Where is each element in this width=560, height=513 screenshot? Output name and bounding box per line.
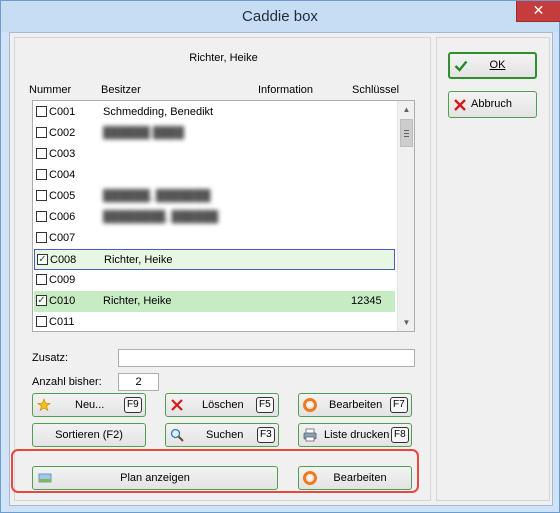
col-header-schluessel[interactable]: Schlüssel bbox=[352, 84, 399, 96]
loeschen-button[interactable]: Löschen F5 bbox=[165, 393, 279, 417]
row-besitzer: ██████ ████ bbox=[103, 127, 184, 139]
list-scrollbar[interactable]: ▲ ▼ bbox=[397, 101, 414, 331]
row-besitzer: Richter, Heike bbox=[104, 254, 173, 266]
suchen-key: F3 bbox=[257, 427, 275, 443]
neu-key: F9 bbox=[124, 397, 142, 413]
row-checkbox[interactable] bbox=[36, 316, 47, 327]
list-item[interactable]: C006 ████████, ██████ bbox=[34, 207, 395, 228]
caddie-list[interactable]: C001 Schmedding, Benedikt C002 ██████ ████ C… bbox=[32, 100, 415, 332]
printer-icon bbox=[303, 428, 317, 442]
row-nummer: C002 bbox=[49, 127, 76, 139]
anzahl-label: Anzahl bisher: bbox=[32, 376, 102, 388]
liste-drucken-key: F8 bbox=[391, 427, 409, 443]
loeschen-label: Löschen bbox=[202, 399, 244, 411]
row-nummer: C001 bbox=[49, 106, 76, 118]
abbruch-label: Abbruch bbox=[471, 98, 512, 110]
row-nummer: C006 bbox=[49, 211, 76, 223]
plan-actions-highlight bbox=[11, 449, 419, 493]
list-item[interactable]: C002 ██████ ████ bbox=[34, 123, 395, 144]
col-header-nummer[interactable]: Nummer bbox=[29, 84, 71, 96]
right-pane: OK Abbruch bbox=[436, 37, 550, 501]
list-item[interactable]: C001 Schmedding, Benedikt bbox=[34, 102, 395, 123]
scroll-down-icon[interactable]: ▼ bbox=[398, 314, 414, 331]
left-pane: Richter, Heike Nummer Besitzer Informati… bbox=[14, 37, 431, 501]
neu-label: Neu... bbox=[75, 399, 105, 411]
row-besitzer: Richter, Heike bbox=[103, 295, 172, 307]
zusatz-label: Zusatz: bbox=[32, 352, 69, 364]
ok-button[interactable]: OK bbox=[448, 52, 537, 79]
liste-drucken-label: Liste drucken bbox=[324, 429, 390, 441]
abbruch-button[interactable]: Abbruch bbox=[448, 91, 537, 118]
col-header-besitzer[interactable]: Besitzer bbox=[101, 84, 141, 96]
list-item[interactable]: ✓ C008 Richter, Heike bbox=[34, 249, 395, 270]
lifebuoy-icon bbox=[303, 398, 317, 412]
list-item[interactable]: ✓ C010 Richter, Heike 12345 bbox=[34, 291, 395, 312]
row-checkbox[interactable] bbox=[36, 274, 47, 285]
dialog-client: Richter, Heike Nummer Besitzer Informati… bbox=[9, 32, 553, 506]
col-header-information[interactable]: Information bbox=[258, 84, 313, 96]
window-title: Caddie box bbox=[242, 8, 318, 25]
row-besitzer: ████████, ██████ bbox=[103, 211, 219, 223]
liste-drucken-button[interactable]: Liste drucken F8 bbox=[298, 423, 412, 447]
bearbeiten-f7-button[interactable]: Bearbeiten F7 bbox=[298, 393, 412, 417]
zusatz-input[interactable] bbox=[118, 349, 415, 367]
sortieren-label: Sortieren (F2) bbox=[55, 429, 123, 441]
sortieren-button[interactable]: Sortieren (F2) bbox=[32, 423, 146, 447]
row-checkbox[interactable] bbox=[36, 169, 47, 180]
scroll-thumb[interactable] bbox=[400, 119, 413, 147]
title-bar: Caddie box ✕ bbox=[1, 1, 560, 32]
row-checkbox[interactable]: ✓ bbox=[37, 254, 48, 265]
cross-icon bbox=[454, 99, 466, 111]
list-item[interactable]: C004 bbox=[34, 165, 395, 186]
star-icon bbox=[37, 398, 51, 412]
row-nummer: C008 bbox=[50, 254, 77, 266]
list-item[interactable]: C011 bbox=[34, 312, 395, 331]
neu-button[interactable]: Neu... F9 bbox=[32, 393, 146, 417]
list-item[interactable]: C009 bbox=[34, 270, 395, 291]
row-checkbox[interactable]: ✓ bbox=[36, 295, 47, 306]
row-checkbox[interactable] bbox=[36, 190, 47, 201]
row-checkbox[interactable] bbox=[36, 148, 47, 159]
anzahl-value: 2 bbox=[118, 373, 159, 391]
close-button[interactable]: ✕ bbox=[516, 1, 560, 22]
row-nummer: C004 bbox=[49, 169, 76, 181]
row-nummer: C009 bbox=[49, 274, 76, 286]
list-item[interactable]: C003 bbox=[34, 144, 395, 165]
row-checkbox[interactable] bbox=[36, 106, 47, 117]
row-besitzer: ██████, ███████ bbox=[103, 190, 211, 202]
suchen-button[interactable]: Suchen F3 bbox=[165, 423, 279, 447]
magnifier-icon bbox=[170, 428, 184, 442]
ok-label: OK bbox=[489, 59, 506, 71]
loeschen-key: F5 bbox=[256, 397, 274, 413]
row-schluessel: 12345 bbox=[351, 295, 382, 307]
row-checkbox[interactable] bbox=[36, 127, 47, 138]
list-item[interactable]: C005 ██████, ███████ bbox=[34, 186, 395, 207]
row-nummer: C007 bbox=[49, 232, 76, 244]
row-nummer: C010 bbox=[49, 295, 76, 307]
row-nummer: C005 bbox=[49, 190, 76, 202]
scroll-up-icon[interactable]: ▲ bbox=[398, 101, 414, 118]
bearbeiten-f7-label: Bearbeiten bbox=[329, 399, 383, 411]
list-item[interactable]: C007 bbox=[34, 228, 395, 249]
caddie-box-window: Caddie box ✕ Richter, Heike Nummer Besit… bbox=[0, 0, 560, 513]
row-besitzer: Schmedding, Benedikt bbox=[103, 106, 214, 118]
row-nummer: C011 bbox=[49, 316, 75, 328]
owner-header: Richter, Heike bbox=[189, 52, 258, 64]
row-checkbox[interactable] bbox=[36, 211, 47, 222]
suchen-label: Suchen bbox=[206, 429, 244, 441]
row-checkbox[interactable] bbox=[36, 232, 47, 243]
cross-icon bbox=[171, 399, 183, 411]
row-nummer: C003 bbox=[49, 148, 76, 160]
bearbeiten-f7-key: F7 bbox=[390, 397, 408, 413]
